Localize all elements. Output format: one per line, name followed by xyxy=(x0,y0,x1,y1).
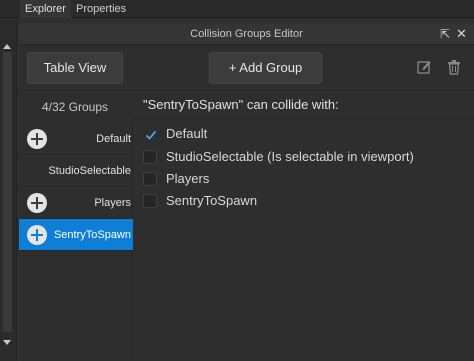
tab-explorer[interactable]: Explorer xyxy=(20,0,71,18)
collision-detail-panel: "SentryToSpawn" can collide with: Defaul… xyxy=(133,91,474,361)
tab-properties[interactable]: Properties xyxy=(71,0,131,18)
trash-icon[interactable] xyxy=(447,59,461,75)
group-label: SentryToSpawn xyxy=(53,229,131,241)
close-icon[interactable]: ✕ xyxy=(456,27,467,41)
group-row-default[interactable]: Default xyxy=(19,123,133,155)
plus-icon[interactable] xyxy=(27,193,47,213)
group-count: 4/32 Groups xyxy=(41,100,109,114)
group-label: StudioSelectable xyxy=(48,165,131,177)
scroll-down-arrow-icon[interactable] xyxy=(3,340,11,345)
checkbox[interactable] xyxy=(143,127,157,141)
group-label: Players xyxy=(94,197,131,209)
scroll-up-arrow-icon[interactable] xyxy=(3,44,11,49)
checkmark-icon xyxy=(145,130,157,140)
group-row-studioselectable[interactable]: StudioSelectable xyxy=(19,155,133,187)
popout-icon[interactable]: ⇱ xyxy=(440,27,450,41)
group-label: Default xyxy=(96,133,131,145)
option-label: Default xyxy=(166,126,208,141)
detail-header: "SentryToSpawn" can collide with: xyxy=(133,91,474,119)
group-row-sentrytospawn[interactable]: SentryToSpawn xyxy=(19,219,133,251)
plus-icon[interactable] xyxy=(27,129,47,149)
window-title: Collision Groups Editor xyxy=(190,28,303,40)
collision-groups-editor-window: Collision Groups Editor ⇱ ✕ Table View +… xyxy=(19,23,474,361)
option-label: Players xyxy=(166,171,210,186)
window-title-bar[interactable]: Collision Groups Editor ⇱ ✕ xyxy=(19,23,474,45)
option-label: SentryToSpawn xyxy=(166,193,258,208)
edit-icon[interactable] xyxy=(417,59,431,75)
group-list: Default StudioSelectable Players SentryT… xyxy=(19,123,133,361)
group-row-players[interactable]: Players xyxy=(19,187,133,219)
left-panel-strip xyxy=(0,18,17,361)
option-label: StudioSelectable (Is selectable in viewp… xyxy=(166,149,414,164)
checkbox[interactable] xyxy=(143,194,157,208)
scrollbar[interactable] xyxy=(3,52,12,332)
detail-title: "SentryToSpawn" can collide with: xyxy=(143,97,339,112)
add-group-button[interactable]: + Add Group xyxy=(209,52,322,84)
checkbox[interactable] xyxy=(143,172,157,186)
checkbox[interactable] xyxy=(143,150,157,164)
plus-icon[interactable] xyxy=(27,225,47,245)
panel-tab-bar: Explorer Properties xyxy=(0,0,474,18)
table-view-button[interactable]: Table View xyxy=(27,52,123,84)
